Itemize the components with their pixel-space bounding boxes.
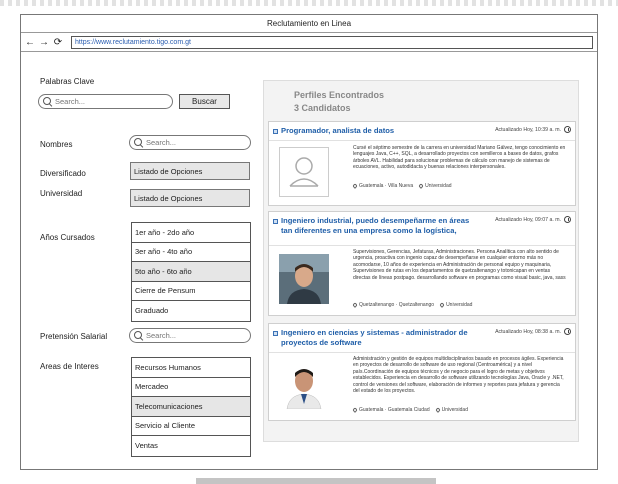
window-titlebar: Reclutamiento en Linea bbox=[21, 15, 597, 33]
location-pin-icon bbox=[418, 182, 424, 189]
profile-location: Guatemala · Guatemala Ciudad bbox=[352, 406, 430, 413]
profile-location-text: Guatemala · Villa Nueva bbox=[359, 183, 414, 189]
results-heading: Perfiles Encontrados bbox=[294, 90, 385, 100]
profile-description: Supervisiones, Gerencias, Jefaturas, Adm… bbox=[353, 249, 566, 281]
back-arrow-icon[interactable]: ← bbox=[25, 37, 35, 48]
names-search-field[interactable] bbox=[146, 138, 239, 147]
candidate-photo bbox=[279, 359, 329, 410]
university-label: Universidad bbox=[40, 189, 83, 198]
areas-option[interactable]: Recursos Humanos bbox=[132, 358, 250, 378]
areas-option[interactable]: Mercadeo bbox=[132, 378, 250, 397]
diversified-select[interactable]: Listado de Opciones bbox=[130, 162, 250, 180]
profile-title[interactable]: Ingeniero industrial, puedo desempeñarme… bbox=[281, 216, 476, 236]
profile-card[interactable]: Ingeniero industrial, puedo desempeñarme… bbox=[268, 211, 576, 316]
clock-icon bbox=[564, 126, 571, 133]
profile-card-header: Ingeniero en ciencias y sistemas - admin… bbox=[269, 324, 575, 353]
search-icon bbox=[134, 138, 143, 147]
profile-card-header: Ingeniero industrial, puedo desempeñarme… bbox=[269, 212, 575, 246]
bullet-icon bbox=[273, 331, 278, 336]
forward-arrow-icon[interactable]: → bbox=[39, 37, 49, 48]
search-button[interactable]: Buscar bbox=[179, 94, 230, 109]
years-option-selected[interactable]: 5to año - 6to año bbox=[132, 262, 250, 282]
profile-photo bbox=[279, 254, 329, 304]
profile-location-text: Guatemala · Guatemala Ciudad bbox=[359, 407, 430, 413]
areas-listbox[interactable]: Recursos Humanos Mercadeo Telecomunicaci… bbox=[131, 357, 251, 457]
search-icon bbox=[134, 331, 143, 340]
profile-meta: Quetzaltenango · Quetzaltenango Universi… bbox=[352, 301, 473, 308]
years-option[interactable]: Cierre de Pensum bbox=[132, 282, 250, 301]
salary-label: Pretensión Salarial bbox=[40, 332, 108, 341]
keywords-label: Palabras Clave bbox=[40, 77, 95, 86]
profile-meta: Guatemala · Villa Nueva Universidad bbox=[352, 182, 452, 189]
years-option[interactable]: 3er año - 4to año bbox=[132, 243, 250, 262]
profile-description: Administración y gestión de equipos mult… bbox=[353, 356, 564, 395]
names-search-input[interactable] bbox=[129, 135, 251, 150]
years-option[interactable]: Graduado bbox=[132, 301, 250, 321]
years-label: Años Cursados bbox=[40, 233, 95, 242]
profile-location-text: Quetzaltenango · Quetzaltenango bbox=[359, 302, 435, 308]
profile-type: Universidad bbox=[418, 182, 452, 189]
areas-option[interactable]: Servicio al Cliente bbox=[132, 417, 250, 436]
years-listbox[interactable]: 1er año - 2do año 3er año - 4to año 5to … bbox=[131, 222, 251, 322]
profile-card[interactable]: Ingeniero en ciencias y sistemas - admin… bbox=[268, 323, 576, 421]
profile-photo bbox=[279, 359, 329, 410]
user-icon bbox=[289, 157, 319, 187]
university-select[interactable]: Listado de Opciones bbox=[130, 189, 250, 207]
areas-option-selected[interactable]: Telecomunicaciones bbox=[132, 397, 250, 417]
location-pin-icon bbox=[434, 406, 441, 413]
chrome-divider bbox=[21, 51, 597, 52]
profile-card-body: Administración y gestión de equipos mult… bbox=[269, 353, 575, 423]
profile-title[interactable]: Ingeniero en ciencias y sistemas - admin… bbox=[281, 328, 476, 348]
clock-icon bbox=[564, 216, 571, 223]
page-top-border bbox=[0, 0, 618, 6]
profile-type: Universidad bbox=[434, 406, 468, 413]
reload-icon[interactable]: ⟳ bbox=[53, 37, 63, 48]
keywords-search-input[interactable] bbox=[38, 94, 173, 109]
profile-location: Guatemala · Villa Nueva bbox=[352, 182, 414, 189]
profile-updated: Actualizado Hoy, 09:07 a. m. bbox=[495, 217, 561, 223]
profile-card-header: Programador, analista de datos Actualiza… bbox=[269, 122, 575, 141]
profile-type-text: Universidad bbox=[441, 407, 468, 413]
profile-photo-placeholder bbox=[279, 147, 329, 197]
profile-updated: Actualizado Hoy, 08:38 a. m. bbox=[495, 329, 561, 335]
candidate-photo bbox=[279, 254, 329, 304]
names-label: Nombres bbox=[40, 140, 73, 149]
keywords-search-field[interactable] bbox=[55, 97, 159, 106]
bullet-icon bbox=[273, 129, 278, 134]
results-header: Perfiles Encontrados 3 Candidatos bbox=[294, 89, 384, 115]
window-title: Reclutamiento en Linea bbox=[266, 19, 352, 28]
clock-icon bbox=[564, 328, 571, 335]
location-pin-icon bbox=[352, 301, 358, 308]
profile-type: Universidad bbox=[439, 301, 473, 308]
salary-search-input[interactable] bbox=[129, 328, 251, 343]
profile-type-text: Universidad bbox=[425, 183, 452, 189]
profile-card-body: Supervisiones, Gerencias, Jefaturas, Adm… bbox=[269, 246, 575, 314]
areas-label: Areas de Interes bbox=[40, 362, 99, 371]
results-panel: Perfiles Encontrados 3 Candidatos Progra… bbox=[263, 80, 579, 442]
profile-title[interactable]: Programador, analista de datos bbox=[281, 126, 476, 136]
profile-meta: Guatemala · Guatemala Ciudad Universidad bbox=[352, 406, 468, 413]
areas-option[interactable]: Ventas bbox=[132, 436, 250, 456]
years-option[interactable]: 1er año - 2do año bbox=[132, 223, 250, 243]
url-field[interactable]: https://www.reclutamiento.tigo.com.gt bbox=[71, 35, 593, 49]
profile-type-text: Universidad bbox=[446, 302, 473, 308]
profile-updated: Actualizado Hoy, 10:39 a. m. bbox=[495, 127, 561, 133]
profile-description: Cursé el séptimo semestre de la carrera … bbox=[353, 145, 566, 171]
bullet-icon bbox=[273, 219, 278, 224]
location-pin-icon bbox=[439, 301, 445, 308]
profile-card[interactable]: Programador, analista de datos Actualiza… bbox=[268, 121, 576, 206]
horizontal-scrollbar[interactable] bbox=[196, 478, 436, 484]
search-icon bbox=[43, 97, 52, 106]
address-bar: ← → ⟳ https://www.reclutamiento.tigo.com… bbox=[21, 33, 597, 51]
salary-search-field[interactable] bbox=[146, 331, 239, 340]
diversified-label: Diversificado bbox=[40, 169, 86, 178]
location-pin-icon bbox=[352, 406, 358, 413]
results-count: 3 Candidatos bbox=[294, 103, 351, 113]
profile-card-body: Cursé el séptimo semestre de la carrera … bbox=[269, 141, 575, 205]
location-pin-icon bbox=[352, 182, 358, 189]
profile-location: Quetzaltenango · Quetzaltenango bbox=[352, 301, 435, 308]
